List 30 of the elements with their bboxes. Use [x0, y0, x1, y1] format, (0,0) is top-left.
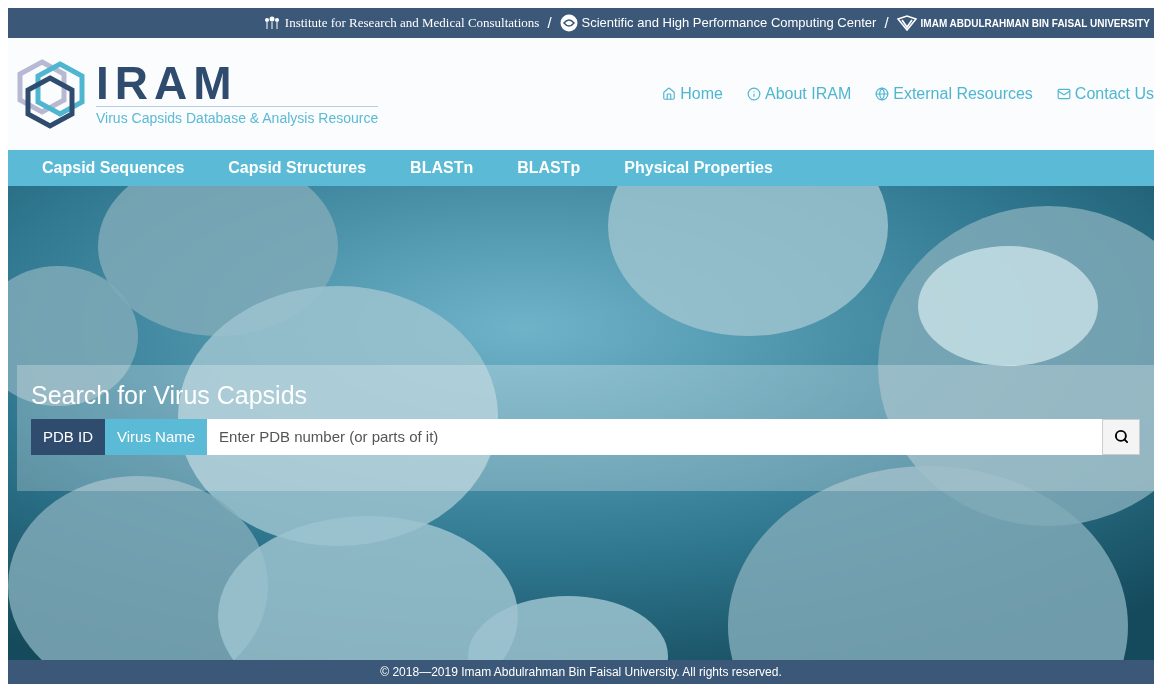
search-tab[interactable]: Virus Name: [105, 418, 208, 455]
menu-item[interactable]: BLASTp: [517, 156, 581, 180]
logo-title: IRAM: [96, 59, 239, 106]
emblem-icon: [559, 14, 578, 32]
home-icon: [662, 87, 677, 101]
menu-item[interactable]: Physical Properties: [624, 156, 773, 180]
nav-link[interactable]: External Resources: [875, 82, 1033, 106]
tree-icon: [262, 16, 281, 30]
search-icon: [1113, 429, 1129, 445]
search-field[interactable]: Enter PDB number (or parts of it): [207, 418, 1102, 455]
info-icon: [746, 87, 761, 101]
menu-item[interactable]: Capsid Sequences: [42, 156, 185, 180]
mail-icon: [1056, 87, 1071, 101]
footer: © 2018—2019 Imam Abdulrahman Bin Faisal University. All rights reserved.: [8, 660, 1154, 684]
top-link[interactable]: IMAM ABDULRAHMAN BIN FAISAL UNIVERSITY: [896, 15, 1150, 31]
search-button[interactable]: [1102, 418, 1140, 455]
separator: /: [884, 12, 889, 33]
emblem-icon: [896, 15, 917, 31]
separator: /: [547, 12, 552, 33]
nav-link[interactable]: Home: [662, 82, 723, 106]
nav-link[interactable]: About IRAM: [746, 82, 852, 106]
globe-icon: [875, 87, 890, 101]
logo-subtitle: Virus Capsids Database & Analysis Resource: [96, 105, 379, 129]
search-tab[interactable]: PDB ID: [31, 418, 105, 455]
top-link[interactable]: Institute for Research and Medical Consultations: [262, 13, 540, 33]
menu-item[interactable]: BLASTn: [410, 156, 474, 180]
nav-link[interactable]: Contact Us: [1056, 82, 1154, 106]
top-link[interactable]: Scientific and High Performance Computing Center: [559, 13, 877, 33]
search-title: Search for Virus Capsids: [31, 380, 309, 412]
menu-item[interactable]: Capsid Structures: [228, 156, 367, 180]
